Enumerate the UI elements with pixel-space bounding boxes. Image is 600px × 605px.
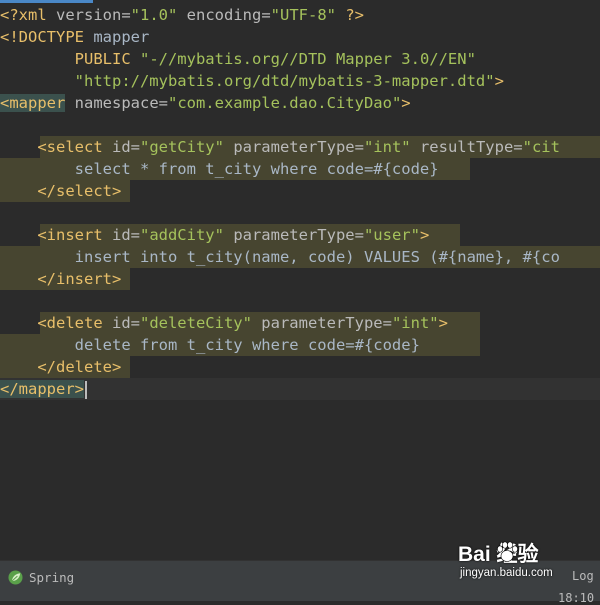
code-token: id= — [102, 314, 140, 332]
code-line-text: </select> — [0, 180, 121, 202]
code-line[interactable]: <delete id="deleteCity" parameterType="i… — [0, 312, 600, 334]
code-token: insert into t_city(name, code) VALUES (#… — [0, 248, 560, 266]
code-token: encoding= — [177, 6, 271, 24]
code-line[interactable]: <!DOCTYPE mapper — [0, 26, 600, 48]
code-token: > — [419, 226, 430, 244]
code-token: <select — [0, 138, 103, 156]
text-cursor — [85, 380, 87, 399]
code-token: <delete — [0, 314, 103, 332]
code-token: <mapper — [0, 94, 66, 112]
code-token: mapper — [84, 28, 150, 46]
code-token: delete from t_city where code=#{code} — [0, 336, 420, 354]
code-line[interactable] — [0, 290, 600, 312]
code-token: > — [401, 94, 411, 112]
code-token: "com.example.dao.CityDao" — [167, 94, 402, 112]
code-line[interactable]: PUBLIC "-//mybatis.org//DTD Mapper 3.0//… — [0, 48, 600, 70]
code-line-text: </delete> — [0, 356, 121, 378]
code-token: "int" — [363, 138, 411, 156]
code-line-text: <?xml version="1.0" encoding="UTF-8" ?> — [0, 4, 364, 26]
code-token: "UTF-8" — [270, 6, 336, 24]
code-token: ?> — [336, 6, 364, 24]
code-token: > — [438, 314, 448, 332]
bottom-tool-bar: Spring Log 18:10 — [0, 560, 600, 605]
code-token: version= — [46, 6, 131, 24]
code-token: "addCity" — [139, 226, 224, 244]
code-line-text: PUBLIC "-//mybatis.org//DTD Mapper 3.0//… — [0, 48, 476, 70]
spring-tab-label: Spring — [29, 569, 75, 585]
code-token: <?xml — [0, 6, 47, 24]
code-token: parameterType= — [223, 138, 364, 156]
code-token: parameterType= — [251, 314, 392, 332]
spring-tool-tab[interactable]: Spring — [8, 567, 74, 587]
code-token: id= — [102, 138, 140, 156]
code-line-text: <insert id="addCity" parameterType="user… — [0, 224, 429, 246]
code-token: resultType= — [410, 138, 523, 156]
code-token: "-//mybatis.org//DTD Mapper 3.0//EN" — [139, 50, 476, 68]
code-line[interactable]: </insert> — [0, 268, 600, 290]
code-token: namespace= — [65, 94, 168, 112]
code-line-text: select * from t_city where code=#{code} — [0, 158, 439, 180]
code-editor[interactable]: <?xml version="1.0" encoding="UTF-8" ?> <… — [0, 0, 600, 536]
code-line[interactable]: <select id="getCity" parameterType="int"… — [0, 136, 600, 158]
code-line[interactable]: insert into t_city(name, code) VALUES (#… — [0, 246, 600, 268]
code-line-text: </insert> — [0, 268, 121, 290]
code-token: "1.0" — [130, 6, 178, 24]
code-token: "deleteCity" — [139, 314, 252, 332]
code-line[interactable]: </select> — [0, 180, 600, 202]
code-token: </insert> — [0, 270, 122, 288]
code-token: </delete> — [0, 358, 122, 376]
code-line-text: <mapper namespace="com.example.dao.CityD… — [0, 92, 411, 114]
code-line[interactable]: "http://mybatis.org/dtd/mybatis-3-mapper… — [0, 70, 600, 92]
code-token: <!DOCTYPE — [0, 28, 84, 46]
log-tool-tab[interactable]: Log — [572, 569, 594, 583]
code-line[interactable]: select * from t_city where code=#{code} — [0, 158, 600, 180]
code-token: "http://mybatis.org/dtd/mybatis-3-mapper… — [74, 72, 495, 90]
code-line-text: delete from t_city where code=#{code} — [0, 334, 420, 356]
code-token: </select> — [0, 182, 122, 200]
code-line[interactable]: </mapper> — [0, 378, 600, 400]
code-token: "getCity" — [139, 138, 224, 156]
code-line-text: <!DOCTYPE mapper — [0, 26, 149, 48]
code-line[interactable] — [0, 202, 600, 224]
active-tab-indicator — [0, 0, 93, 3]
clock-time: 18:10 — [558, 591, 595, 605]
code-line[interactable]: </delete> — [0, 356, 600, 378]
code-token: "int" — [391, 314, 439, 332]
code-token: </mapper> — [0, 380, 84, 398]
code-line-text: insert into t_city(name, code) VALUES (#… — [0, 246, 560, 268]
code-line[interactable] — [0, 114, 600, 136]
code-line-text: </mapper> — [0, 378, 87, 400]
code-token: PUBLIC — [0, 50, 140, 68]
code-token: id= — [102, 226, 140, 244]
code-token: "cit — [522, 138, 560, 156]
code-token: parameterType= — [223, 226, 364, 244]
code-line[interactable]: <insert id="addCity" parameterType="user… — [0, 224, 600, 246]
code-line-text: <select id="getCity" parameterType="int"… — [0, 136, 560, 158]
code-token: select * from t_city where code=#{code} — [0, 160, 439, 178]
leaf-icon — [8, 569, 23, 585]
code-line[interactable]: delete from t_city where code=#{code} — [0, 334, 600, 356]
code-line[interactable]: <mapper namespace="com.example.dao.CityD… — [0, 92, 600, 114]
code-token: > — [494, 72, 504, 90]
code-line-text: <delete id="deleteCity" parameterType="i… — [0, 312, 448, 334]
code-line[interactable]: <?xml version="1.0" encoding="UTF-8" ?> — [0, 4, 600, 26]
code-token: "user" — [363, 226, 420, 244]
code-line-text: "http://mybatis.org/dtd/mybatis-3-mapper… — [0, 70, 504, 92]
code-token: <insert — [0, 226, 103, 244]
